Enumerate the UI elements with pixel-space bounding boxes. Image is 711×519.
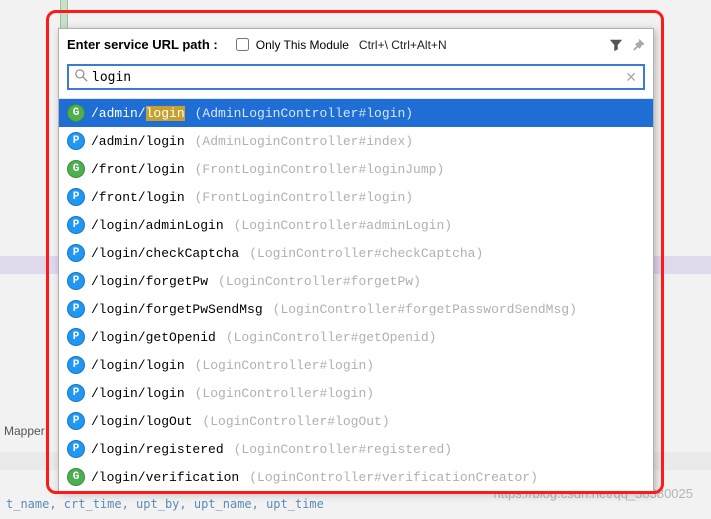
- result-item[interactable]: P/login/registered (LoginController#regis…: [59, 435, 653, 463]
- result-item[interactable]: P/login/login (LoginController#login): [59, 351, 653, 379]
- result-path: /admin/login: [91, 134, 185, 149]
- popup-header: Enter service URL path : Only This Modul…: [59, 29, 653, 60]
- popup-prompt-label: Enter service URL path :: [67, 37, 218, 52]
- result-path: /login/getOpenid: [91, 330, 216, 345]
- result-path: /login/login: [91, 358, 185, 373]
- result-item[interactable]: G/login/verification (LoginController#ver…: [59, 463, 653, 491]
- http-method-badge: P: [67, 272, 85, 290]
- http-method-badge: G: [67, 468, 85, 486]
- result-item[interactable]: P/front/login (FrontLoginController#login…: [59, 183, 653, 211]
- http-method-badge: P: [67, 216, 85, 234]
- result-controller: (AdminLoginController#login): [195, 106, 413, 121]
- result-controller: (FrontLoginController#loginJump): [195, 162, 445, 177]
- result-path: /login/adminLogin: [91, 218, 224, 233]
- result-path: /front/login: [91, 162, 185, 177]
- result-controller: (LoginController#checkCaptcha): [249, 246, 483, 261]
- result-item[interactable]: P/admin/login (AdminLoginController#index…: [59, 127, 653, 155]
- clear-icon[interactable]: ✕: [625, 69, 637, 86]
- pin-icon[interactable]: [631, 38, 645, 52]
- result-item[interactable]: P/login/logOut (LoginController#logOut): [59, 407, 653, 435]
- result-path: /login/forgetPw: [91, 274, 208, 289]
- result-controller: (LoginController#login): [195, 358, 374, 373]
- result-path: /login/verification: [91, 470, 239, 485]
- result-controller: (FrontLoginController#login): [195, 190, 413, 205]
- http-method-badge: G: [67, 104, 85, 122]
- result-controller: (LoginController#logOut): [202, 414, 389, 429]
- result-item[interactable]: G/admin/login (AdminLoginController#login…: [59, 99, 653, 127]
- result-path: /login/checkCaptcha: [91, 246, 239, 261]
- service-url-search-popup: Enter service URL path : Only This Modul…: [58, 28, 654, 492]
- bottom-columns-text: t_name, crt_time, upt_by, upt_name, upt_…: [0, 497, 324, 511]
- search-box[interactable]: ✕: [67, 64, 645, 90]
- http-method-badge: P: [67, 188, 85, 206]
- result-controller: (LoginController#login): [195, 386, 374, 401]
- result-controller: (LoginController#forgetPw): [218, 274, 421, 289]
- result-item[interactable]: G/front/login (FrontLoginController#login…: [59, 155, 653, 183]
- result-path: /login/forgetPwSendMsg: [91, 302, 263, 317]
- result-path: /login/login: [91, 386, 185, 401]
- http-method-badge: P: [67, 356, 85, 374]
- only-this-module-checkbox[interactable]: [236, 38, 249, 51]
- result-path: /front/login: [91, 190, 185, 205]
- mapper-label: Mapper: [0, 422, 49, 440]
- result-item[interactable]: P/login/login (LoginController#login): [59, 379, 653, 407]
- result-controller: (LoginController#adminLogin): [234, 218, 452, 233]
- result-item[interactable]: P/login/checkCaptcha (LoginController#che…: [59, 239, 653, 267]
- only-this-module-label: Only This Module: [256, 38, 349, 52]
- result-path: /login/registered: [91, 442, 224, 457]
- result-item[interactable]: P/login/forgetPw (LoginController#forgetP…: [59, 267, 653, 295]
- result-path: /admin/login: [91, 106, 185, 121]
- result-item[interactable]: P/login/getOpenid (LoginController#getOpe…: [59, 323, 653, 351]
- search-input[interactable]: [88, 69, 625, 86]
- http-method-badge: P: [67, 300, 85, 318]
- result-controller: (LoginController#forgetPasswordSendMsg): [273, 302, 577, 317]
- result-controller: (LoginController#verificationCreator): [249, 470, 538, 485]
- search-icon: [75, 69, 88, 85]
- http-method-badge: P: [67, 440, 85, 458]
- shortcut-hint: Ctrl+\ Ctrl+Alt+N: [359, 38, 447, 52]
- http-method-badge: P: [67, 412, 85, 430]
- filter-icon[interactable]: [609, 38, 623, 52]
- only-this-module-checkbox-wrap[interactable]: Only This Module: [232, 35, 349, 54]
- http-method-badge: P: [67, 244, 85, 262]
- result-item[interactable]: P/login/adminLogin (LoginController#admin…: [59, 211, 653, 239]
- result-item[interactable]: P/login/forgetPwSendMsg (LoginController#…: [59, 295, 653, 323]
- http-method-badge: G: [67, 160, 85, 178]
- result-controller: (LoginController#getOpenid): [226, 330, 437, 345]
- http-method-badge: P: [67, 132, 85, 150]
- result-path: /login/logOut: [91, 414, 192, 429]
- http-method-badge: P: [67, 384, 85, 402]
- result-controller: (LoginController#registered): [234, 442, 452, 457]
- results-list: G/admin/login (AdminLoginController#login…: [59, 98, 653, 491]
- http-method-badge: P: [67, 328, 85, 346]
- result-controller: (AdminLoginController#index): [195, 134, 413, 149]
